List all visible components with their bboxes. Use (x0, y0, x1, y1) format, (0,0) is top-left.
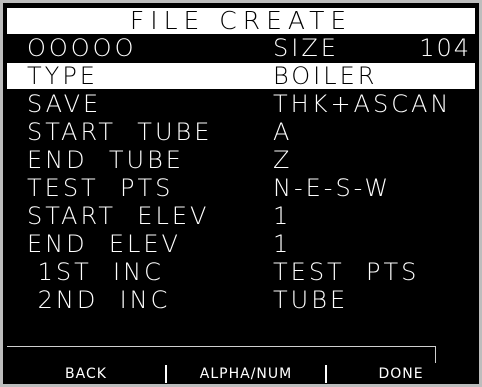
menu-row-label: START ELEV (27, 202, 210, 230)
menu-row-value: 1 (273, 230, 292, 258)
menu-row-label: END ELEV (27, 230, 181, 258)
menu-row-value: 1 (273, 202, 292, 230)
size-label: SIZE (273, 34, 339, 62)
menu-row-save[interactable]: SAVE THK+ASCAN (7, 91, 475, 117)
menu-row-label: START TUBE (27, 118, 213, 146)
done-softkey[interactable]: DONE (325, 365, 475, 383)
menu-row-1st-inc[interactable]: 1ST INC TEST PTS (7, 259, 475, 285)
device-screen: FILE CREATE OOOOO SIZE 104 TYPE BOILER S… (0, 0, 482, 387)
size-value: 104 (419, 34, 471, 62)
menu-row-label: TYPE (27, 62, 98, 90)
menu-row-label: END TUBE (27, 146, 184, 174)
menu-row-2nd-inc[interactable]: 2ND INC TUBE (7, 287, 475, 313)
softkey-bar: BACK ALPHA/NUM DONE (7, 365, 475, 383)
menu-row-label: 1ST INC (27, 258, 164, 286)
menu-row-label: SAVE (27, 90, 102, 118)
menu-row-start-elev[interactable]: START ELEV 1 (7, 203, 475, 229)
menu-row-end-tube[interactable]: END TUBE Z (7, 147, 475, 173)
menu-row-start-tube[interactable]: START TUBE A (7, 119, 475, 145)
menu-row-label: 2ND INC (27, 286, 171, 314)
file-name-value: OOOOO (27, 34, 137, 62)
menu-row-label: TEST PTS (27, 174, 174, 202)
alpha-num-softkey[interactable]: ALPHA/NUM (165, 365, 325, 383)
menu-row-value: BOILER (273, 62, 378, 90)
menu-row-test-pts[interactable]: TEST PTS N-E-S-W (7, 175, 475, 201)
text-entry-line[interactable] (7, 346, 436, 363)
back-softkey[interactable]: BACK (7, 365, 165, 383)
menu-row-end-elev[interactable]: END ELEV 1 (7, 231, 475, 257)
menu-row-value: TEST PTS (273, 258, 420, 286)
menu-row-value: TUBE (273, 286, 349, 314)
menu-row-value: Z (273, 146, 293, 174)
menu-row-value: THK+ASCAN (273, 90, 452, 118)
file-name-row[interactable]: OOOOO SIZE 104 (7, 35, 475, 61)
menu-row-value: N-E-S-W (273, 174, 392, 202)
menu-row-type[interactable]: TYPE BOILER (7, 63, 475, 89)
screen-title: FILE CREATE (7, 8, 475, 34)
menu-row-value: A (273, 118, 293, 146)
